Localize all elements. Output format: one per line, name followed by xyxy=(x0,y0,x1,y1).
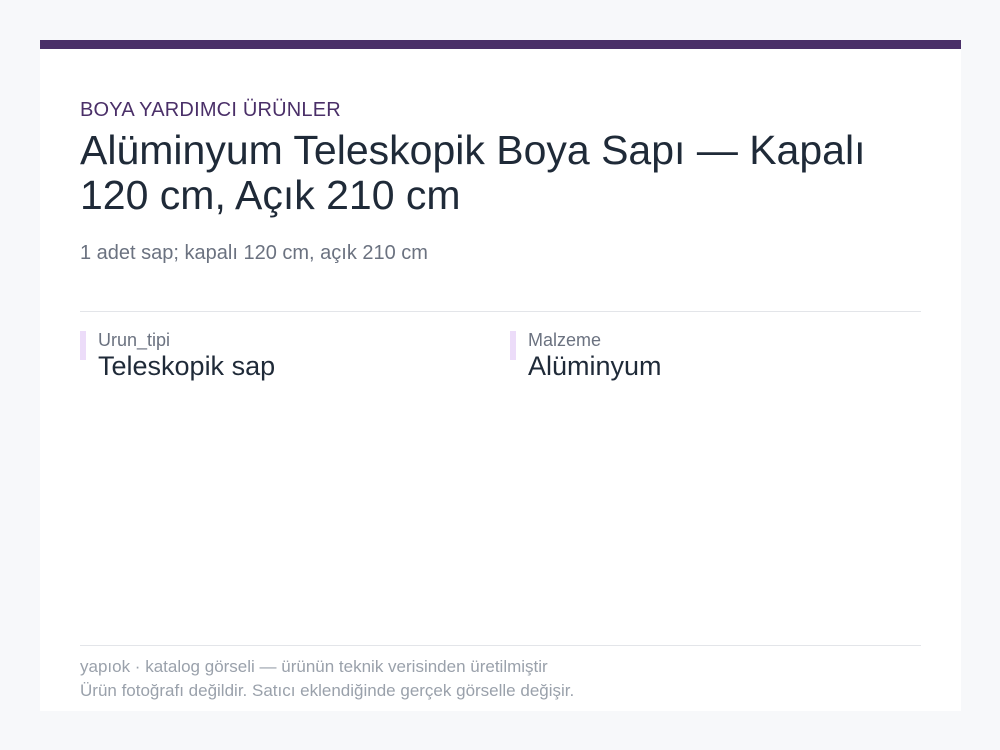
attribute-accent-marker xyxy=(510,331,516,360)
footer-source-note: yapıok · katalog görseli — ürünün teknik… xyxy=(80,657,548,676)
attribute-material: Malzeme Alüminyum xyxy=(510,330,662,381)
attribute-accent-marker xyxy=(80,331,86,360)
product-card: BOYA YARDIMCI ÜRÜNLER Alüminyum Teleskop… xyxy=(40,40,961,711)
attribute-value: Alüminyum xyxy=(528,351,662,381)
divider xyxy=(80,311,921,312)
footer-divider xyxy=(80,645,921,646)
attribute-product-type: Urun_tipi Teleskopik sap xyxy=(80,330,275,381)
product-category: BOYA YARDIMCI ÜRÜNLER xyxy=(80,99,341,121)
attribute-label: Urun_tipi xyxy=(98,330,171,350)
attribute-label: Malzeme xyxy=(528,330,602,350)
product-title: Alüminyum Teleskopik Boya Sapı — Kapalı … xyxy=(80,127,866,218)
footer-disclaimer: Ürün fotoğrafı değildir. Satıcı eklendiğ… xyxy=(80,681,575,700)
attribute-value: Teleskopik sap xyxy=(98,351,276,381)
product-subtitle: 1 adet sap; kapalı 120 cm, açık 210 cm xyxy=(80,242,428,264)
accent-bar xyxy=(40,40,961,49)
